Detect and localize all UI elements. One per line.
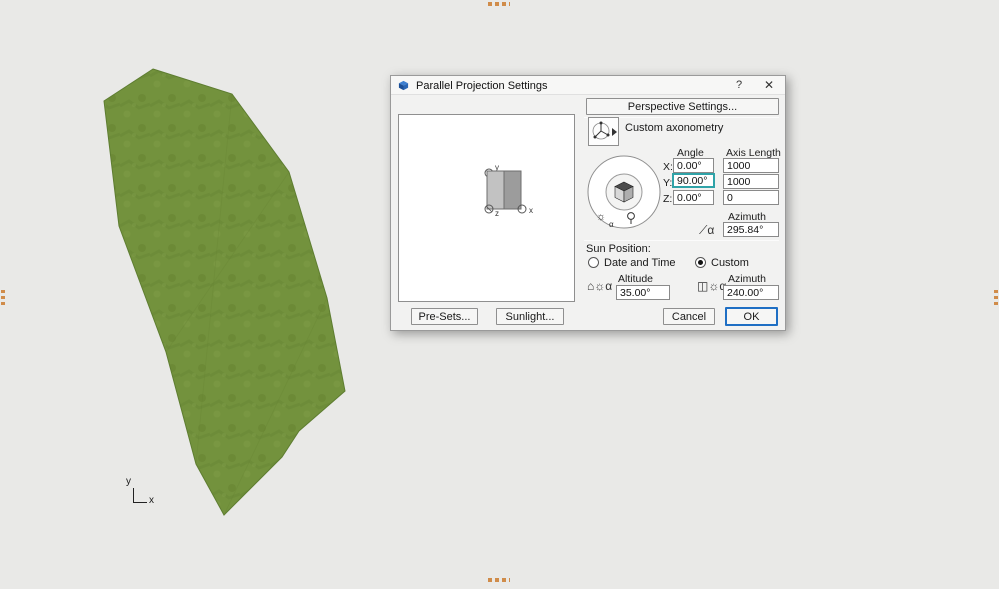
sun-azimuth-icon: ◫☼α <box>697 279 726 293</box>
altitude-input[interactable] <box>616 285 670 300</box>
dialog-title: Parallel Projection Settings <box>416 80 547 92</box>
altitude-label: Altitude <box>618 273 653 285</box>
cancel-button[interactable]: Cancel <box>663 308 715 325</box>
z-angle-input[interactable] <box>673 190 714 205</box>
edge-marker-right[interactable] <box>994 287 998 305</box>
axis-lines <box>133 488 147 503</box>
help-button[interactable]: ? <box>731 78 747 93</box>
axonometry-icon <box>591 120 613 144</box>
y-angle-input[interactable] <box>672 173 715 188</box>
dial-alpha-label: α <box>609 220 614 229</box>
flyout-arrow-icon <box>612 128 617 136</box>
z-row-label: Z: <box>663 193 672 205</box>
presets-button[interactable]: Pre-Sets... <box>411 308 478 325</box>
edge-marker-left[interactable] <box>1 287 5 305</box>
radio-custom[interactable] <box>695 257 706 268</box>
preview-z-label: z <box>495 209 499 218</box>
perspective-settings-button[interactable]: Perspective Settings... <box>586 98 779 115</box>
rotation-dial[interactable]: ☼ α <box>586 154 664 232</box>
sunlight-button[interactable]: Sunlight... <box>496 308 564 325</box>
radio-date-and-time-label[interactable]: Date and Time <box>604 257 676 269</box>
projection-type-label: Custom axonometry <box>625 122 723 134</box>
radio-date-and-time[interactable] <box>588 257 599 268</box>
sun-azimuth-input[interactable] <box>723 285 779 300</box>
viewport: y x Parallel Projection Settings ? ✕ Per… <box>0 0 999 589</box>
close-button[interactable]: ✕ <box>761 78 777 93</box>
x-angle-input[interactable] <box>673 158 714 173</box>
terrain-mesh[interactable] <box>104 69 345 515</box>
y-length-input[interactable] <box>723 174 779 189</box>
projection-preview[interactable]: y z x <box>398 114 575 302</box>
axonometry-type-button[interactable] <box>588 117 619 146</box>
dial-sun-icon: ☼ <box>596 211 606 223</box>
dialog-titlebar[interactable]: Parallel Projection Settings ? ✕ <box>391 76 785 95</box>
preview-x-label: x <box>529 206 533 215</box>
ok-button[interactable]: OK <box>725 307 778 326</box>
y-row-label: Y: <box>663 177 672 189</box>
app-cube-icon <box>398 80 409 91</box>
separator-sun <box>584 240 779 241</box>
edge-marker-top[interactable] <box>488 2 510 6</box>
x-row-label: X: <box>663 161 673 173</box>
radio-custom-label[interactable]: Custom <box>711 257 749 269</box>
axis-x-label: x <box>149 495 154 506</box>
x-length-input[interactable] <box>723 158 779 173</box>
sun-position-label: Sun Position: <box>586 243 651 255</box>
axis-y-label: y <box>126 476 131 487</box>
z-length-input[interactable] <box>723 190 779 205</box>
parallel-projection-dialog: Parallel Projection Settings ? ✕ Perspec… <box>390 75 786 331</box>
camera-azimuth-input[interactable] <box>723 222 779 237</box>
edge-marker-bottom[interactable] <box>488 578 510 582</box>
camera-azimuth-icon: ⟋α <box>699 223 714 238</box>
sun-azimuth-label: Azimuth <box>728 273 766 285</box>
origin-axis-indicator: y x <box>126 478 156 508</box>
altitude-icon: ⌂☼α <box>587 279 612 293</box>
